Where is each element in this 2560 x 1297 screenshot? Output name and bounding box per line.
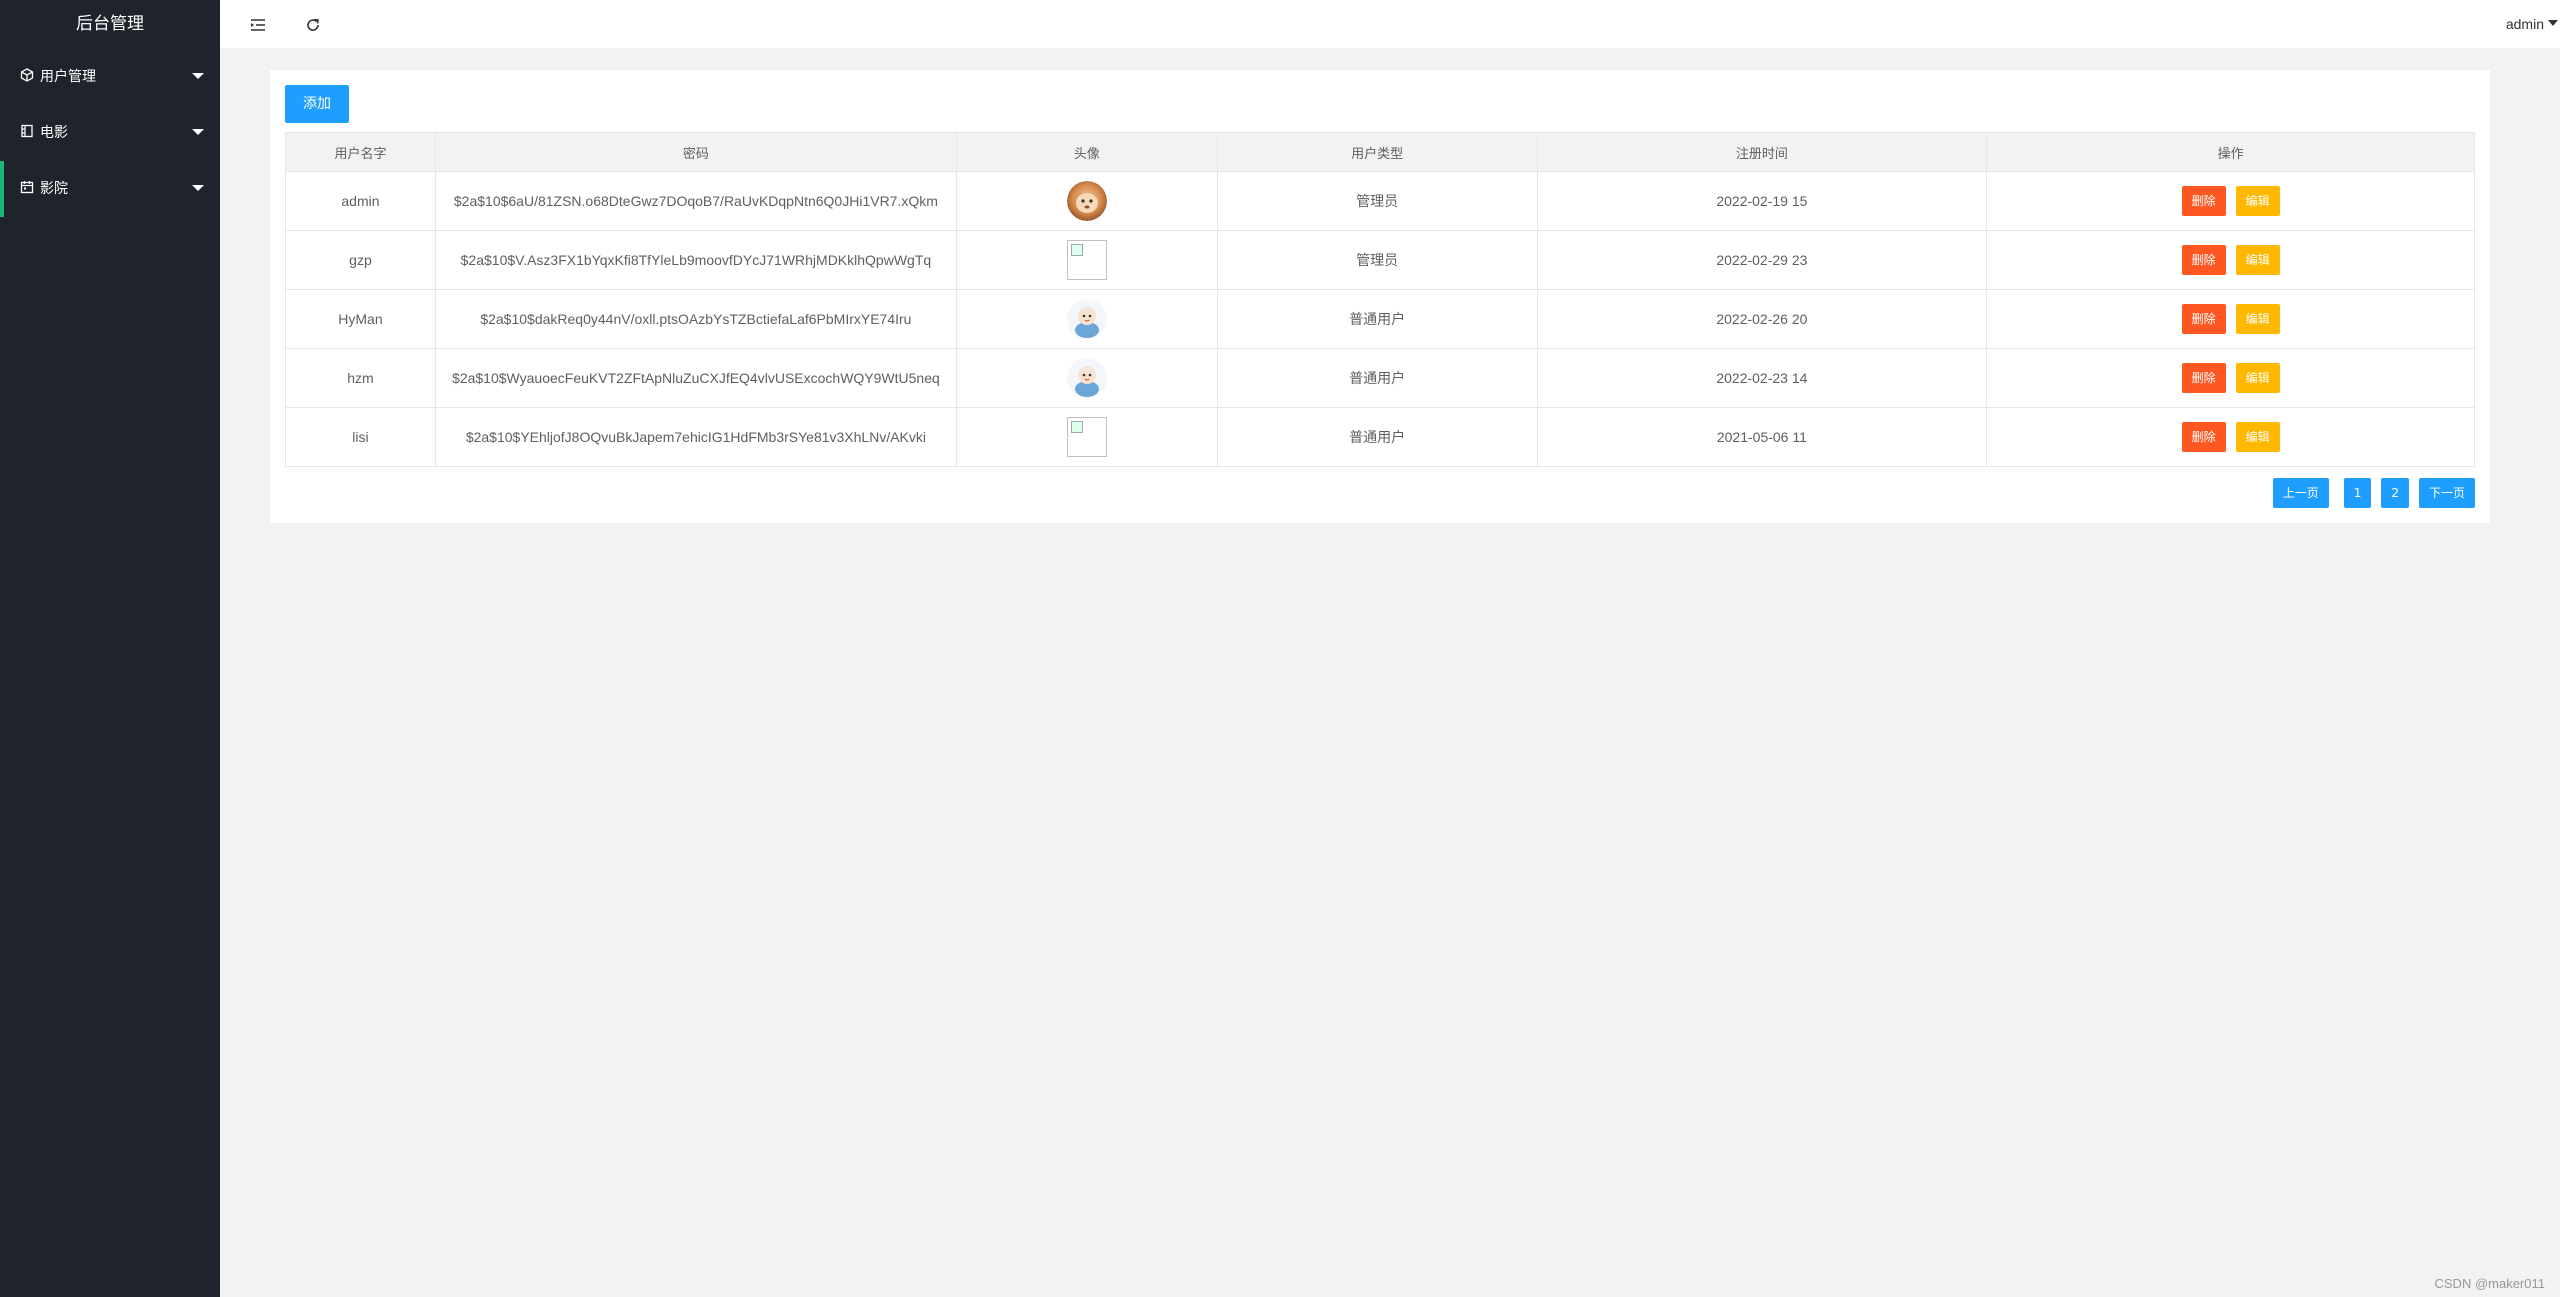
top-header: admin (220, 0, 2560, 49)
sidebar-item-user-management[interactable]: 用户管理 (0, 49, 220, 105)
username-label: admin (2505, 16, 2544, 32)
cell-username: HyMan (285, 289, 436, 349)
table-row: lisi $2a$10$YEhljofJ8OQvuBkJapem7ehicIG1… (285, 407, 2475, 467)
calendar-icon (20, 181, 34, 194)
menu-collapse-icon[interactable] (248, 15, 268, 35)
user-table: 用户名字 密码 头像 用户类型 注册时间 操作 admin $2a$10$6aU… (285, 132, 2475, 467)
edit-button[interactable]: 编辑 (2235, 304, 2280, 334)
prev-page-button[interactable]: 上一页 (2272, 478, 2329, 508)
watermark: CSDN @maker011 (2434, 1276, 2546, 1291)
cell-avatar (955, 407, 1218, 467)
film-icon (21, 124, 33, 138)
cell-username: admin (285, 171, 436, 231)
cell-username: hzm (285, 348, 436, 408)
cell-registered: 2022-02-26 20 (1536, 289, 1988, 349)
delete-button[interactable]: 删除 (2181, 186, 2226, 216)
caret-down-icon (2548, 20, 2558, 27)
cell-avatar (955, 230, 1218, 290)
cartoon-avatar (1066, 299, 1107, 339)
cell-actions: 删除 编辑 (1986, 289, 2475, 349)
sidebar: 后台管理 用户管理 电影 影院 (0, 0, 220, 1297)
edit-button[interactable]: 编辑 (2235, 422, 2280, 452)
sidebar-item-cinemas[interactable]: 影院 (0, 161, 220, 217)
edit-button[interactable]: 编辑 (2235, 363, 2280, 393)
broken-image-icon (1066, 417, 1107, 457)
column-header: 头像 (955, 132, 1218, 172)
cell-password: $2a$10$YEhljofJ8OQvuBkJapem7ehicIG1HdFMb… (434, 407, 957, 467)
column-header: 用户类型 (1216, 132, 1538, 172)
cell-user-type: 管理员 (1216, 230, 1538, 290)
cell-user-type: 普通用户 (1216, 289, 1538, 349)
sidebar-item-label: 电影 (40, 125, 68, 141)
user-menu[interactable]: admin (2506, 0, 2558, 49)
cube-icon (20, 68, 34, 82)
cell-avatar (955, 171, 1218, 231)
edit-button[interactable]: 编辑 (2235, 245, 2280, 275)
page-button-1[interactable]: 1 (2343, 478, 2372, 508)
table-row: admin $2a$10$6aU/81ZSN.o68DteGwz7DOqoB7/… (285, 171, 2475, 231)
broken-image-icon (1066, 240, 1107, 280)
cell-username: lisi (285, 407, 436, 467)
app-logo: 后台管理 (76, 14, 144, 34)
cartoon-avatar (1066, 358, 1107, 398)
cell-avatar (955, 348, 1218, 408)
chevron-down-icon (192, 185, 204, 191)
delete-button[interactable]: 删除 (2181, 304, 2226, 334)
column-header: 密码 (434, 132, 957, 172)
edit-button[interactable]: 编辑 (2235, 186, 2280, 216)
cell-username: gzp (285, 230, 436, 290)
pagination: 上一页 1 2 下一页 (2258, 478, 2475, 508)
cell-user-type: 普通用户 (1216, 407, 1538, 467)
sidebar-item-label: 用户管理 (40, 69, 96, 85)
delete-button[interactable]: 删除 (2181, 422, 2226, 452)
column-header: 操作 (1986, 132, 2475, 172)
cell-user-type: 管理员 (1216, 171, 1538, 231)
column-header: 用户名字 (285, 132, 436, 172)
next-page-button[interactable]: 下一页 (2418, 478, 2475, 508)
sidebar-item-label: 影院 (40, 181, 68, 197)
table-header-row: 用户名字 密码 头像 用户类型 注册时间 操作 (285, 132, 2475, 172)
sidebar-item-movies[interactable]: 电影 (0, 105, 220, 161)
cell-password: $2a$10$6aU/81ZSN.o68DteGwz7DOqoB7/RaUvKD… (434, 171, 957, 231)
cell-avatar (955, 289, 1218, 349)
table-row: gzp $2a$10$V.Asz3FX1bYqxKfi8TfYleLb9moov… (285, 230, 2475, 290)
cell-actions: 删除 编辑 (1986, 230, 2475, 290)
photo-avatar (1066, 181, 1107, 221)
cell-password: $2a$10$V.Asz3FX1bYqxKfi8TfYleLb9moovfDYc… (434, 230, 957, 290)
cell-actions: 删除 编辑 (1986, 348, 2475, 408)
table-row: hzm $2a$10$WyauoecFeuKVT2ZFtApNluZuCXJfE… (285, 348, 2475, 408)
delete-button[interactable]: 删除 (2181, 245, 2226, 275)
add-button[interactable]: 添加 (285, 85, 349, 123)
cell-actions: 删除 编辑 (1986, 171, 2475, 231)
column-header: 注册时间 (1536, 132, 1988, 172)
cell-user-type: 普通用户 (1216, 348, 1538, 408)
cell-password: $2a$10$dakReq0y44nV/oxll.ptsOAzbYsTZBcti… (434, 289, 957, 349)
page-button-2[interactable]: 2 (2381, 478, 2409, 508)
cell-registered: 2021-05-06 11 (1536, 407, 1988, 467)
chevron-down-icon (192, 129, 204, 135)
cell-password: $2a$10$WyauoecFeuKVT2ZFtApNluZuCXJfEQ4vl… (434, 348, 957, 408)
content-card: 添加 用户名字 密码 头像 用户类型 注册时间 操作 admin $2a$10$… (270, 70, 2490, 523)
chevron-down-icon (192, 73, 204, 79)
table-row: HyMan $2a$10$dakReq0y44nV/oxll.ptsOAzbYs… (285, 289, 2475, 349)
cell-registered: 2022-02-19 15 (1536, 171, 1988, 231)
cell-registered: 2022-02-29 23 (1536, 230, 1988, 290)
cell-actions: 删除 编辑 (1986, 407, 2475, 467)
cell-registered: 2022-02-23 14 (1536, 348, 1988, 408)
delete-button[interactable]: 删除 (2181, 363, 2226, 393)
refresh-icon[interactable] (303, 15, 323, 35)
